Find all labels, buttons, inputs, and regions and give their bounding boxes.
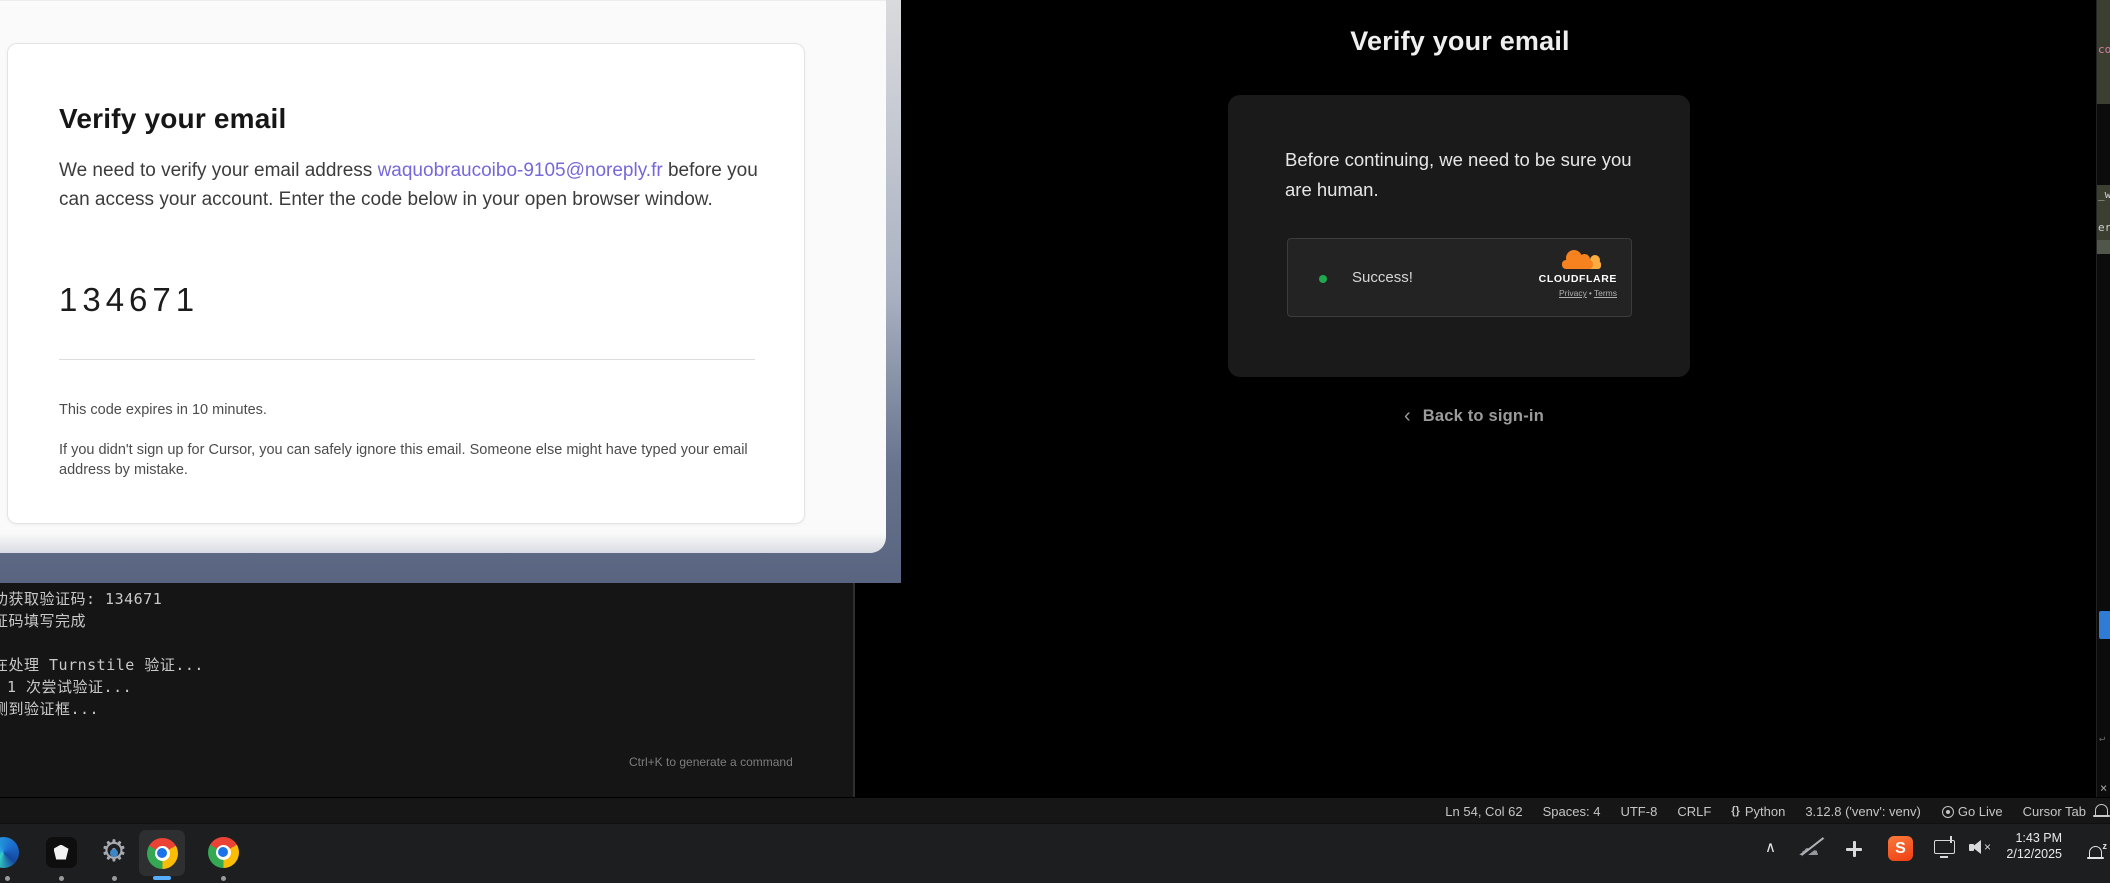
running-indicator-dot xyxy=(5,876,10,881)
return-icon: ↵ xyxy=(2099,733,2105,744)
cloudflare-wordmark: CLOUDFLARE xyxy=(1521,273,1617,285)
braces-icon: {} xyxy=(1731,805,1740,817)
terminal-line xyxy=(0,632,853,654)
unity-hub-icon[interactable] xyxy=(44,835,78,869)
python-interpreter-status[interactable]: 3.12.8 ('venv': venv) xyxy=(1805,804,1921,819)
cloudflare-cloud-icon xyxy=(1561,248,1603,272)
chrome-logo-icon xyxy=(147,838,178,869)
chrome-logo-icon xyxy=(208,837,239,868)
editor-selection-block xyxy=(2097,240,2110,254)
close-icon[interactable]: × xyxy=(2100,781,2107,795)
go-live-status[interactable]: Go Live xyxy=(1941,804,2003,819)
chevron-left-icon: ‹ xyxy=(1404,406,1411,426)
language-mode-status[interactable]: {} Python xyxy=(1731,804,1785,819)
cloud-main-lobe xyxy=(1562,260,1593,269)
windows-taskbar: ⚙ ∧ ☁ S × 1:43 PM 2/12/2025 z xyxy=(0,823,2110,883)
running-indicator-dot xyxy=(221,876,226,881)
cursor-tab-status[interactable]: Cursor Tab xyxy=(2023,804,2086,819)
snipaste-icon[interactable]: S xyxy=(1888,836,1913,861)
indentation-status[interactable]: Spaces: 4 xyxy=(1543,804,1601,819)
onedrive-paused-icon[interactable]: ☁ xyxy=(1798,834,1828,864)
terms-link[interactable]: Terms xyxy=(1594,288,1617,298)
terminal-output: 功获取验证码: 134671 证码填写完成 在处理 Turnstile 验证..… xyxy=(0,588,853,720)
privacy-link[interactable]: Privacy xyxy=(1559,288,1587,298)
clock-time: 1:43 PM xyxy=(2006,831,2062,847)
turnstile-status: Success! xyxy=(1352,269,1413,286)
broadcast-icon xyxy=(1941,805,1953,817)
back-to-sign-in-link[interactable]: ‹ Back to sign-in xyxy=(1404,406,1544,426)
divider xyxy=(59,359,755,360)
human-check-prompt: Before continuing, we need to be sure yo… xyxy=(1285,145,1655,205)
ignore-note: If you didn't sign up for Cursor, you ca… xyxy=(59,440,765,480)
email-message-card: Verify your email We need to verify your… xyxy=(7,43,805,524)
email-body-before: We need to verify your email address xyxy=(59,160,378,181)
cursor-position-status[interactable]: Ln 54, Col 62 xyxy=(1445,804,1522,819)
code-fragment: _w xyxy=(2098,188,2110,201)
terminal-line: 测到验证框... xyxy=(0,698,853,720)
email-viewer-window: Verify your email We need to verify your… xyxy=(0,0,901,583)
chrome-browser-icon-active[interactable] xyxy=(139,830,185,876)
do-not-disturb-bell-icon[interactable]: z xyxy=(2089,846,2102,857)
terminal-panel[interactable]: 功获取验证码: 134671 证码填写完成 在处理 Turnstile 验证..… xyxy=(0,583,855,797)
settings-gear-icon[interactable]: ⚙ xyxy=(97,835,131,869)
legal-separator: • xyxy=(1589,288,1592,298)
verify-card: Before continuing, we need to be sure yo… xyxy=(1228,95,1690,377)
email-title: Verify your email xyxy=(59,100,287,138)
running-indicator-dot xyxy=(59,876,64,881)
code-fragment: co xyxy=(2098,43,2110,56)
language-label: Python xyxy=(1745,804,1785,819)
email-viewer-content: Verify your email We need to verify your… xyxy=(0,0,886,553)
verification-code: 134671 xyxy=(59,280,199,320)
editor-status-bar: Ln 54, Col 62 Spaces: 4 UTF-8 CRLF {} Py… xyxy=(0,797,2110,823)
taskbar-clock[interactable]: 1:43 PM 2/12/2025 xyxy=(2006,831,2062,862)
clock-date: 2/12/2025 xyxy=(2006,847,2062,863)
cloudflare-brand-block: CLOUDFLARE Privacy•Terms xyxy=(1521,248,1617,298)
status-bar-right-items: Ln 54, Col 62 Spaces: 4 UTF-8 CRLF {} Py… xyxy=(1445,798,2086,824)
back-link-label: Back to sign-in xyxy=(1423,407,1544,426)
success-dot-icon xyxy=(1319,275,1327,283)
tray-chevron-up-icon[interactable]: ∧ xyxy=(1765,838,1776,856)
page-title: Verify your email xyxy=(1350,26,1570,57)
terminal-line: 在处理 Turnstile 验证... xyxy=(0,654,853,676)
encoding-status[interactable]: UTF-8 xyxy=(1620,804,1657,819)
email-address-link[interactable]: waquobraucoibo-9105@noreply.fr xyxy=(378,160,663,181)
desktop-screen: Verify your email We need to verify your… xyxy=(0,0,2110,883)
volume-muted-icon[interactable]: × xyxy=(1969,840,1995,855)
notifications-bell-icon[interactable] xyxy=(2095,804,2108,815)
terminal-line: 证码填写完成 xyxy=(0,610,853,632)
email-body-text: We need to verify your email address waq… xyxy=(59,156,759,214)
chrome-browser-icon-secondary[interactable] xyxy=(206,835,240,869)
verify-email-page: Verify your email Before continuing, we … xyxy=(901,0,2097,797)
edge-browser-icon[interactable] xyxy=(0,837,19,868)
active-indicator-pill xyxy=(153,876,171,880)
turnstile-legal-links: Privacy•Terms xyxy=(1521,288,1617,298)
go-live-label: Go Live xyxy=(1958,804,2003,819)
terminal-line: 1 次尝试验证... xyxy=(7,676,853,698)
snip-pin-icon[interactable] xyxy=(1846,841,1862,857)
scrollbar-thumb[interactable] xyxy=(2099,611,2110,639)
editor-window-sliver: co _w er ↵ × xyxy=(2096,0,2110,797)
cloudflare-turnstile-widget: Success! CLOUDFLARE Privacy•Terms xyxy=(1287,238,1632,317)
eol-status[interactable]: CRLF xyxy=(1677,804,1711,819)
terminal-line: 功获取验证码: 134671 xyxy=(0,588,853,610)
terminal-ctrl-k-hint: Ctrl+K to generate a command xyxy=(629,755,793,769)
display-cast-icon[interactable] xyxy=(1934,840,1955,854)
running-indicator-dot xyxy=(112,876,117,881)
code-expiry-note: This code expires in 10 minutes. xyxy=(59,400,267,420)
code-fragment: er xyxy=(2098,221,2110,234)
